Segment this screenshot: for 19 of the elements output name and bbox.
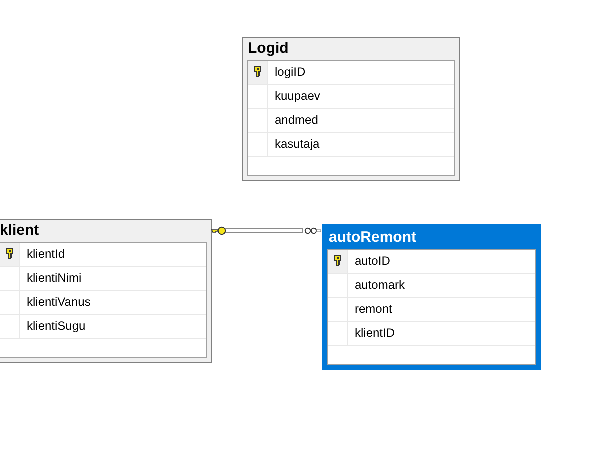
table-card[interactable]: klient klientId klientiNimi klientiVanus klientiSugu [0, 219, 212, 363]
column-name: remont [354, 301, 394, 318]
column-name: klientiVanus [26, 294, 92, 311]
column-name: kuupaev [274, 88, 322, 105]
table-title: klient [0, 221, 40, 241]
column-name: automark [354, 277, 406, 294]
column-name: kasutaja [274, 136, 321, 153]
table-title: Logid [247, 39, 289, 59]
column-name: klientID [354, 325, 396, 342]
column-name: logiID [274, 64, 307, 81]
column-name: klientiNimi [26, 270, 83, 287]
relationship-line[interactable] [211, 226, 322, 236]
column-name: autoID [354, 253, 392, 270]
column-name: klientiSugu [26, 318, 87, 335]
table-card[interactable]: Logid logiID kuupaev andmed kasutaja [242, 37, 460, 181]
column-name: klientId [26, 246, 66, 263]
table-title: autoRemont [328, 228, 416, 248]
column-name: andmed [274, 112, 320, 129]
table-card[interactable]: autoRemont autoID automark remont klientID [322, 224, 541, 370]
